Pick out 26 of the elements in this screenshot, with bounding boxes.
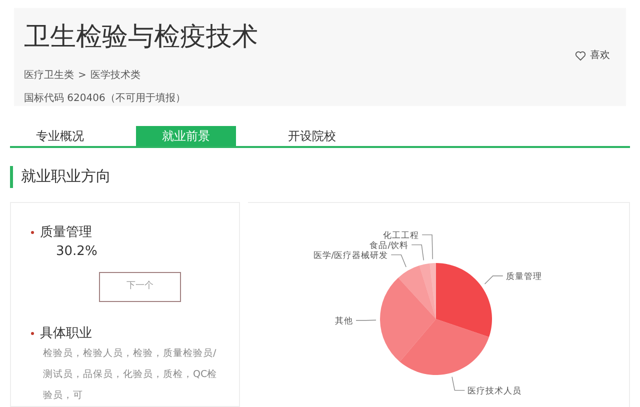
leader-line [484,275,504,284]
favorite-button[interactable]: 喜欢 [575,48,610,63]
section-title: 就业职业方向 [21,166,111,188]
bullet-icon [31,332,34,335]
slice-label: 医学/医疗器械研发 [313,250,388,260]
jobs-text: 检验员，检验人员，检验，质量检验员/测试员，品保员，化验员，质检，QC检验员，可 [43,347,218,403]
tab[interactable]: 开设院校 [262,126,362,146]
breadcrumb-separator: > [78,69,86,83]
slice-label: 其他 [335,316,353,326]
slice-label: 医疗技术人员 [468,386,522,396]
slice-label: 化工工程 [383,230,420,240]
tab[interactable]: 专业概况 [10,126,110,146]
heart-icon [575,50,586,60]
occupation-share: 30.2% [56,243,98,261]
national-code: 国标代码 620406（不可用于填报） [24,92,186,106]
leader-line [356,319,376,320]
jobs-title: 具体职业 [40,324,92,342]
slice-label: 食品/饮料 [370,240,409,250]
page-title: 卫生检验与检疫技术 [24,21,259,54]
occupation-name: 质量管理 [40,224,92,242]
leader-line [390,254,406,267]
bullet-icon [31,230,34,234]
slice-label: 质量管理 [506,271,542,282]
breadcrumb-link[interactable]: 医疗卫生类 [24,68,74,83]
breadcrumb-link[interactable]: 医学技术类 [90,68,140,83]
leader-line [452,376,466,390]
